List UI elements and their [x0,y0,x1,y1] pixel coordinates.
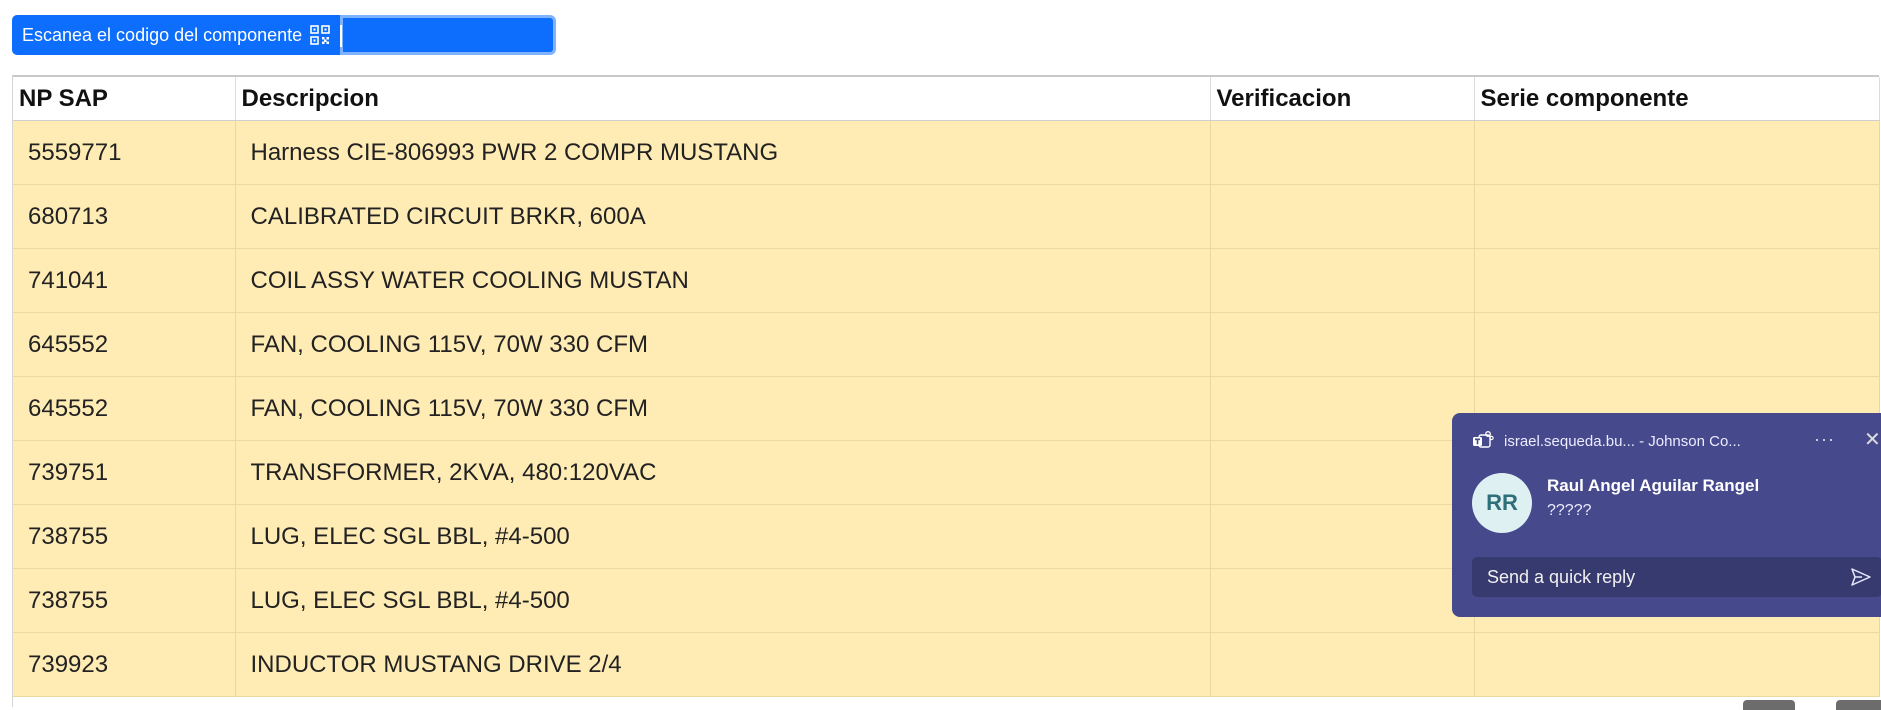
column-header-verificacion[interactable]: Verificacion [1210,77,1475,121]
cell-serie-componente[interactable] [1474,312,1880,377]
quick-reply-input[interactable]: Send a quick reply [1472,557,1881,597]
column-header-descripcion[interactable]: Descripcion [235,77,1211,121]
cell-descripcion: Harness CIE-806993 PWR 2 COMPR MUSTANG [235,120,1211,185]
cell-verificacion[interactable] [1210,504,1475,569]
cell-verificacion[interactable] [1210,376,1475,441]
cell-verificacion[interactable] [1210,568,1475,633]
qr-code-icon [310,25,331,45]
cell-np-sap: 739923 [13,632,236,697]
cell-np-sap: 645552 [13,312,236,377]
cell-np-sap: 739751 [13,440,236,505]
cell-serie-componente[interactable] [1474,248,1880,313]
sender-name: Raul Angel Aguilar Rangel [1547,476,1760,495]
cell-verificacion[interactable] [1210,248,1475,313]
cell-np-sap: 645552 [13,376,236,441]
cell-descripcion: LUG, ELEC SGL BBL, #4-500 [235,504,1211,569]
teams-notification-toast[interactable]: israel.sequeda.bu... - Johnson Co... ···… [1452,413,1881,617]
close-icon[interactable]: ✕ [1864,427,1881,452]
quick-reply-placeholder: Send a quick reply [1487,566,1636,587]
cell-np-sap: 738755 [13,504,236,569]
text-caret [340,25,342,47]
cell-descripcion: INDUCTOR MUSTANG DRIVE 2/4 [235,632,1211,697]
scan-input-group: Escanea el codigo del componente [12,15,557,55]
cell-descripcion: COIL ASSY WATER COOLING MUSTAN [235,248,1211,313]
cell-verificacion[interactable] [1210,184,1475,249]
cell-verificacion[interactable] [1210,120,1475,185]
cell-descripcion: FAN, COOLING 115V, 70W 330 CFM [235,312,1211,377]
cell-verificacion[interactable] [1210,312,1475,377]
scan-label-text: Escanea el codigo del componente [22,24,303,45]
table-row[interactable]: 739923 INDUCTOR MUSTANG DRIVE 2/4 [13,632,1880,697]
table-row[interactable]: 680713 CALIBRATED CIRCUIT BRKR, 600A [13,184,1880,249]
more-options-icon[interactable]: ··· [1814,429,1835,450]
message-preview: ????? [1547,502,1592,519]
cell-verificacion[interactable] [1210,440,1475,505]
cell-np-sap: 741041 [13,248,236,313]
cell-np-sap: 738755 [13,568,236,633]
pagination-button[interactable] [1836,700,1881,710]
cell-descripcion: LUG, ELEC SGL BBL, #4-500 [235,568,1211,633]
cell-descripcion: FAN, COOLING 115V, 70W 330 CFM [235,376,1211,441]
send-icon[interactable] [1850,567,1872,587]
scan-component-input[interactable] [343,15,557,55]
teams-logo-icon [1472,431,1494,451]
pagination-button[interactable] [1743,700,1795,710]
cell-np-sap: 5559771 [13,120,236,185]
toast-header: israel.sequeda.bu... - Johnson Co... [1472,431,1741,451]
table-row[interactable]: 5559771 Harness CIE-806993 PWR 2 COMPR M… [13,120,1880,185]
column-header-np-sap[interactable]: NP SAP [13,77,236,121]
cell-serie-componente[interactable] [1474,120,1880,185]
table-row[interactable]: 645552 FAN, COOLING 115V, 70W 330 CFM [13,312,1880,377]
cell-np-sap: 680713 [13,184,236,249]
cell-descripcion: CALIBRATED CIRCUIT BRKR, 600A [235,184,1211,249]
cell-descripcion: TRANSFORMER, 2KVA, 480:120VAC [235,440,1211,505]
cell-serie-componente[interactable] [1474,632,1880,697]
cell-serie-componente[interactable] [1474,184,1880,249]
scan-label: Escanea el codigo del componente [12,15,341,55]
avatar: RR [1472,473,1532,533]
toast-source-text: israel.sequeda.bu... - Johnson Co... [1504,432,1741,450]
cell-verificacion[interactable] [1210,632,1475,697]
column-header-serie-componente[interactable]: Serie componente [1474,77,1880,121]
table-header-row: NP SAP Descripcion Verificacion Serie co… [13,77,1880,121]
table-row[interactable]: 741041 COIL ASSY WATER COOLING MUSTAN [13,248,1880,313]
table-bottom-edge [12,697,1879,707]
